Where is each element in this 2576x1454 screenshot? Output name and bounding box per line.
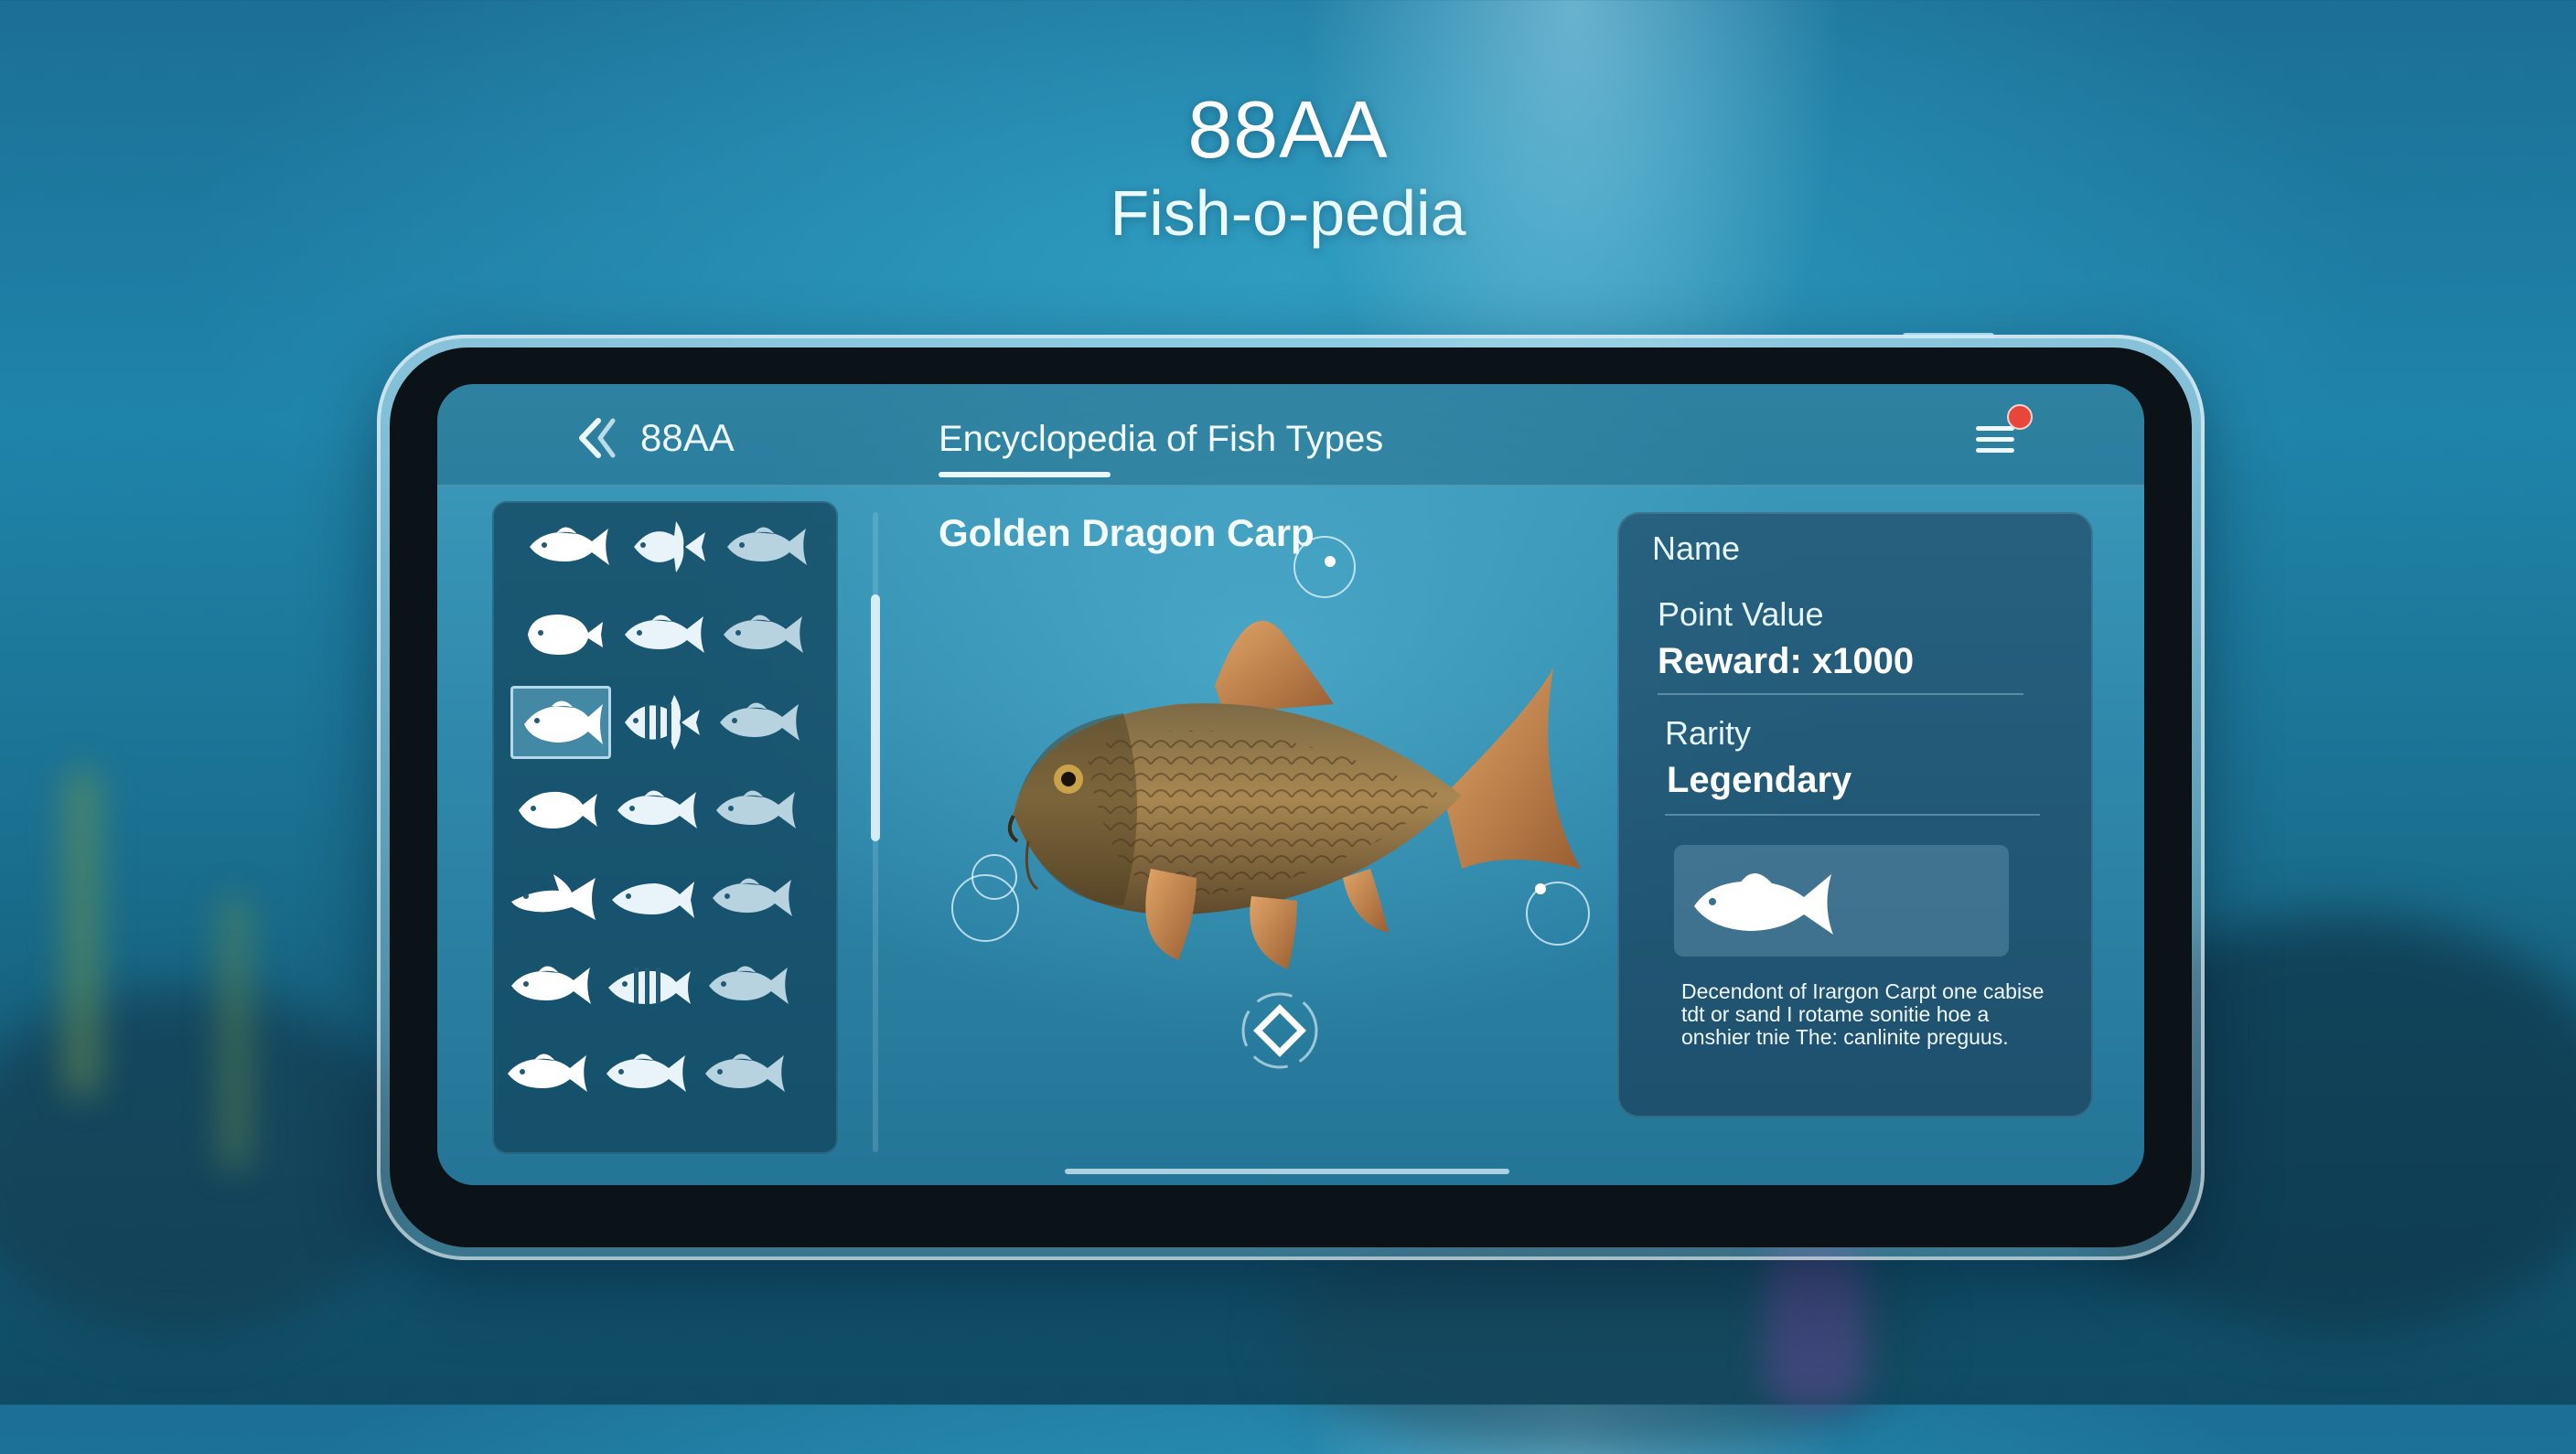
- fish-grid-cell[interactable]: [514, 598, 615, 671]
- fish-grid-cell[interactable]: [606, 774, 706, 847]
- fish-grid-row: [492, 686, 838, 768]
- fish-icon: [508, 1053, 587, 1092]
- fish-grid-row: [492, 1037, 838, 1119]
- rarity-value: Legendary: [1667, 760, 1852, 800]
- angelfish-icon: [634, 521, 705, 572]
- striped-fish-icon: [608, 968, 691, 1004]
- point-value-label: Point Value: [1658, 595, 1824, 633]
- background-coral: [1766, 1244, 1866, 1408]
- background-seaweed: [64, 768, 101, 1097]
- fish-info-panel: Name Point Value Reward: x1000 Rarity Le…: [1617, 512, 2093, 1117]
- point-value: Reward: x1000: [1658, 641, 1915, 681]
- fish-icon: [709, 966, 789, 1004]
- fish-name-title: Golden Dragon Carp: [939, 511, 1315, 554]
- fish-icon: [511, 966, 591, 1004]
- fish-grid-cell[interactable]: [708, 686, 809, 759]
- fish-icon: [530, 527, 609, 565]
- rotate-diamond-icon: [1241, 992, 1318, 1069]
- fish-grid-row: [492, 861, 838, 944]
- tab-encyclopedia[interactable]: Encyclopedia of Fish Types: [939, 415, 1383, 463]
- hero-subtitle: Fish-o-pedia: [1110, 177, 1466, 249]
- shark-icon: [511, 874, 596, 920]
- tuna-icon: [612, 882, 694, 918]
- fish-icon: [617, 790, 697, 829]
- bubble: [1325, 556, 1336, 567]
- fish-thumbnail: [1674, 845, 2009, 957]
- fish-grid-row: [492, 510, 838, 593]
- rotate-view-button[interactable]: [1239, 989, 1321, 1072]
- double-chevron-left-icon: [579, 418, 616, 458]
- background-rock: [0, 988, 421, 1335]
- carp-icon: [1694, 873, 1833, 935]
- fish-grid-panel: [492, 501, 838, 1154]
- fish-grid-cell[interactable]: [598, 949, 699, 1022]
- notification-badge: [2007, 404, 2033, 430]
- fish-grid-cell[interactable]: [595, 1037, 695, 1110]
- divider: [1658, 693, 2023, 695]
- name-label: Name: [1652, 529, 1741, 567]
- fish-grid-cell[interactable]: [701, 861, 801, 935]
- fish-icon: [724, 615, 803, 653]
- brand-label: 88AA: [640, 416, 735, 459]
- home-indicator[interactable]: [1065, 1169, 1509, 1174]
- active-tab-indicator: [939, 472, 1111, 477]
- fish-grid-row: [492, 949, 838, 1032]
- app-screen: 88AA Encyclopedia of Fish Types Golden D…: [437, 384, 2144, 1185]
- fish-grid-row: [492, 598, 838, 680]
- fish-icon: [720, 702, 800, 741]
- grid-scrollbar-thumb[interactable]: [871, 594, 880, 841]
- spotted-fish-icon: [519, 791, 597, 829]
- fish-grid-cell[interactable]: [518, 510, 618, 583]
- fish-icon: [716, 790, 796, 829]
- fish-grid-row: [492, 774, 838, 856]
- fish-grid-cell[interactable]: [609, 686, 710, 759]
- fish-grid-cell[interactable]: [507, 774, 607, 847]
- fish-grid-cell[interactable]: [499, 949, 600, 1022]
- app-header: 88AA Encyclopedia of Fish Types: [437, 384, 2144, 486]
- tablet-power-button: [1903, 333, 1994, 338]
- fish-icon: [705, 1053, 785, 1092]
- fish-grid-cell[interactable]: [496, 1037, 596, 1110]
- fish-grid-cell-selected[interactable]: [510, 686, 611, 759]
- fish-grid-cell[interactable]: [715, 510, 816, 583]
- fish-icon: [606, 1053, 686, 1092]
- fish-grid-cell[interactable]: [697, 949, 798, 1022]
- carp-icon: [524, 700, 603, 744]
- background-seaweed: [220, 896, 251, 1171]
- hero-title: 88AA: [1187, 84, 1389, 175]
- fish-grid-cell[interactable]: [712, 598, 812, 671]
- fish-grid-cell[interactable]: [602, 861, 703, 935]
- pufferfish-icon: [528, 615, 603, 655]
- fish-grid-cell[interactable]: [503, 861, 604, 935]
- fish-icon: [713, 878, 792, 916]
- fish-grid-cell[interactable]: [693, 1037, 794, 1110]
- divider: [1665, 814, 2040, 816]
- fish-grid-cell[interactable]: [704, 774, 805, 847]
- fish-icon: [727, 527, 807, 565]
- fish-grid-cell[interactable]: [617, 510, 717, 583]
- striped-angelfish-icon: [625, 695, 700, 750]
- fish-grid-cell[interactable]: [613, 598, 714, 671]
- fish-description: Decendont of Irargon Carpt one cabise td…: [1681, 979, 2045, 1049]
- rarity-label: Rarity: [1665, 714, 1752, 752]
- fish-icon: [625, 615, 704, 653]
- back-button[interactable]: [573, 413, 622, 463]
